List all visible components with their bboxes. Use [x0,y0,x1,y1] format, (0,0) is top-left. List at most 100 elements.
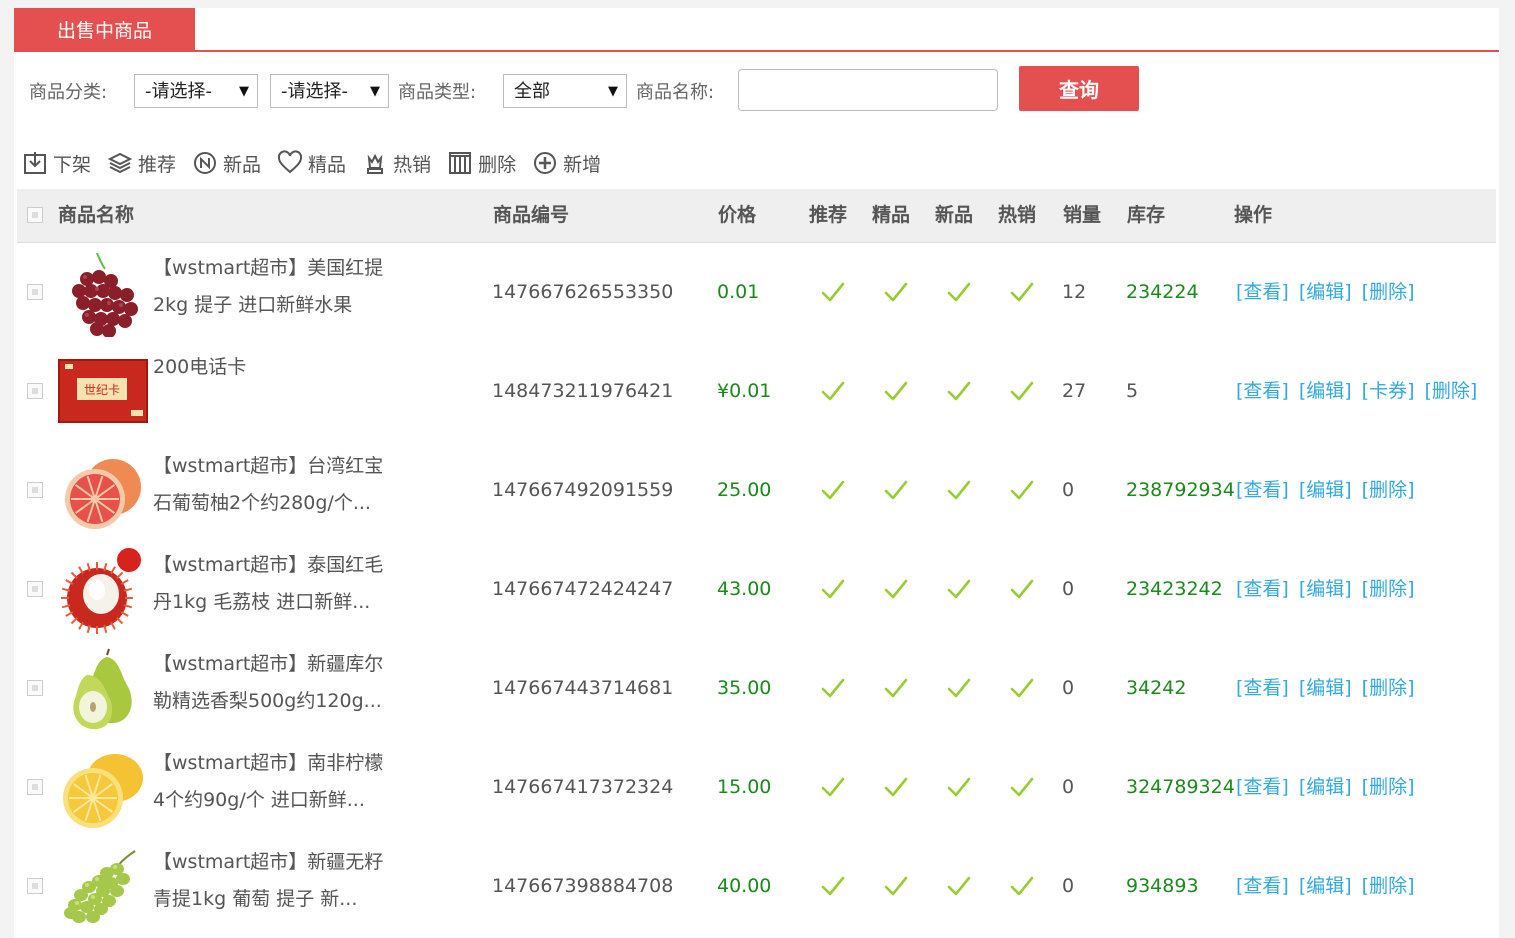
action-link[interactable]: [编辑] [1299,479,1352,501]
hot-check-icon[interactable] [1010,380,1034,402]
action-link[interactable]: [编辑] [1299,578,1352,600]
row-actions: [查看] [编辑] [删除] [1236,738,1424,837]
new-check-icon[interactable] [947,677,971,699]
action-link[interactable]: [删除] [1362,677,1415,699]
hot-check-icon[interactable] [1010,677,1034,699]
new-badge-icon [194,152,217,174]
product-name[interactable]: 【wstmart超市】新疆无籽 青提1kg 葡萄 提子 新... [153,844,393,918]
best-check-icon[interactable] [884,380,908,402]
layers-icon [107,152,133,174]
product-name-line1: 【wstmart超市】台湾红宝 [153,455,384,477]
action-link[interactable]: [查看] [1236,578,1289,600]
action-link[interactable]: [查看] [1236,875,1289,897]
product-sn: 147667417372324 [492,776,674,798]
action-link[interactable]: [删除] [1362,776,1415,798]
hot-check-icon[interactable] [1010,578,1034,600]
category-label: 商品分类: [29,82,108,103]
query-button[interactable]: 查询 [1019,66,1139,111]
hot-button[interactable]: 热销 [362,148,431,178]
row-checkbox[interactable] [27,581,43,597]
product-stock[interactable]: 234224 [1126,243,1199,342]
product-name[interactable]: 【wstmart超市】南非柠檬 4个约90g/个 进口新鲜... [153,745,393,819]
product-name[interactable]: 【wstmart超市】美国红提 2kg 提子 进口新鲜水果 [153,250,393,324]
action-link[interactable]: [编辑] [1299,380,1352,402]
product-stock[interactable]: 34242 [1126,639,1186,738]
row-checkbox[interactable] [27,482,43,498]
best-check-icon[interactable] [884,578,908,600]
product-name[interactable]: 【wstmart超市】台湾红宝 石葡萄柚2个约280g/个... [153,448,393,522]
new-button[interactable]: 新品 [192,148,261,178]
action-link[interactable]: [编辑] [1299,677,1352,699]
action-link[interactable]: [查看] [1236,281,1289,303]
recommend-check-icon[interactable] [821,380,845,402]
goods-name-input[interactable] [738,69,998,111]
product-stock[interactable]: 934893 [1126,837,1199,936]
best-check-icon[interactable] [884,281,908,303]
hot-check-icon[interactable] [1010,776,1034,798]
hot-check-icon[interactable] [1010,875,1034,897]
action-link[interactable]: [查看] [1236,677,1289,699]
best-check-icon[interactable] [884,479,908,501]
recommend-check-icon[interactable] [821,776,845,798]
product-name-line2: 丹1kg 毛荔枝 进口新鲜... [153,591,371,613]
select-all-checkbox[interactable] [27,207,43,223]
category2-select[interactable]: -请选择- ▼ [270,74,389,108]
row-checkbox[interactable] [27,779,43,795]
row-checkbox[interactable] [27,284,43,300]
action-link[interactable]: [删除] [1362,479,1415,501]
recommend-check-icon[interactable] [821,677,845,699]
product-name[interactable]: 200电话卡 [153,349,393,386]
action-link[interactable]: [删除] [1362,578,1415,600]
action-link[interactable]: [编辑] [1299,875,1352,897]
action-link[interactable]: [删除] [1362,281,1415,303]
product-price: 40.00 [717,875,772,897]
action-link[interactable]: [删除] [1362,875,1415,897]
action-link[interactable]: [删除] [1424,380,1477,402]
best-check-icon[interactable] [884,776,908,798]
product-stock[interactable]: 5 [1126,342,1138,441]
add-button[interactable]: 新增 [532,148,601,178]
new-check-icon[interactable] [947,875,971,897]
product-stock[interactable]: 324789324 [1126,738,1235,837]
header-ops: 操作 [1234,204,1273,226]
recommend-check-icon[interactable] [821,281,845,303]
category1-select[interactable]: -请选择- ▼ [134,74,258,108]
category1-value: -请选择- [145,81,212,102]
best-button[interactable]: 精品 [277,148,346,178]
row-checkbox[interactable] [27,878,43,894]
type-value: 全部 [514,81,550,102]
new-check-icon[interactable] [947,578,971,600]
new-check-icon[interactable] [947,380,971,402]
recommend-check-icon[interactable] [821,875,845,897]
product-name[interactable]: 【wstmart超市】新疆库尔 勒精选香梨500g约120g... [153,646,393,720]
new-check-icon[interactable] [947,776,971,798]
tab-on-sale-goods[interactable]: 出售中商品 [14,8,195,50]
best-check-icon[interactable] [884,677,908,699]
product-stock[interactable]: 23423242 [1126,540,1223,639]
product-stock[interactable]: 238792934 [1126,441,1235,540]
product-sales: 0 [1062,479,1075,501]
action-link[interactable]: [查看] [1236,479,1289,501]
offshelf-button[interactable]: 下架 [22,148,91,178]
new-check-icon[interactable] [947,479,971,501]
product-name[interactable]: 【wstmart超市】泰国红毛 丹1kg 毛荔枝 进口新鲜... [153,547,393,621]
trash-icon [449,152,472,174]
action-link[interactable]: [查看] [1236,776,1289,798]
action-link[interactable]: [查看] [1236,380,1289,402]
recommend-check-icon[interactable] [821,479,845,501]
new-check-icon[interactable] [947,281,971,303]
action-link[interactable]: [编辑] [1299,281,1352,303]
row-actions: [查看] [编辑] [删除] [1236,441,1424,540]
dropdown-arrow-icon: ▼ [239,84,249,99]
hot-check-icon[interactable] [1010,479,1034,501]
recommend-check-icon[interactable] [821,578,845,600]
delete-button[interactable]: 删除 [447,148,516,178]
type-select[interactable]: 全部 ▼ [503,74,627,108]
hot-check-icon[interactable] [1010,281,1034,303]
recommend-button[interactable]: 推荐 [107,148,176,178]
row-checkbox[interactable] [27,680,43,696]
action-link[interactable]: [编辑] [1299,776,1352,798]
action-link[interactable]: [卡券] [1362,380,1415,402]
row-checkbox[interactable] [27,383,43,399]
best-check-icon[interactable] [884,875,908,897]
